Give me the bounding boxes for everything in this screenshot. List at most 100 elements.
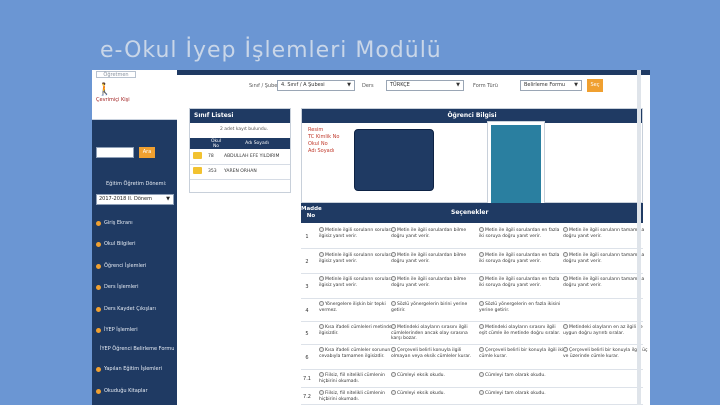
radio-button[interactable]	[319, 301, 324, 306]
option-choice[interactable]: Metin ile ilgili soruların tamamına doğr…	[563, 252, 648, 264]
option-choice[interactable]: Metin ile ilgili sorulardan en fazla iki…	[479, 252, 564, 264]
radio-button[interactable]	[391, 347, 396, 352]
col-secenekler: Seçenekler	[451, 209, 489, 216]
user-card: Öğretmen 🚶 Çevrimiçi Kişi	[92, 70, 177, 120]
radio-button[interactable]	[391, 372, 396, 377]
sidebar-item-ders-kaydet[interactable]: Ders Kaydet Çıkışları	[92, 302, 177, 317]
option-text: Metin ile ilgili sorulardan bilme doğru …	[391, 277, 467, 288]
sidebar-item-egitim[interactable]: Yapılan Eğitim İşlemleri	[92, 362, 177, 377]
option-choice[interactable]: Metin ile ilgili sorulardan en fazla iki…	[479, 227, 564, 239]
radio-button[interactable]	[479, 324, 484, 329]
sidebar-item-giris[interactable]: Giriş Ekranı	[92, 216, 177, 231]
radio-button[interactable]	[479, 252, 484, 257]
option-choice[interactable]: Sözlü yönergelerin en fazla ikisini yeri…	[479, 301, 564, 313]
user-role: Öğretmen	[96, 71, 136, 78]
sidebar-item-kitaplar[interactable]: Okuduğu Kitaplar	[92, 384, 177, 399]
radio-button[interactable]	[479, 276, 484, 281]
option-text: Çerçeveli belirli konuyla ilgili olmayan…	[391, 348, 471, 359]
student-name[interactable]: ABDULLAH EFE YILDIRIM	[224, 149, 290, 165]
radio-button[interactable]	[391, 227, 396, 232]
options-table: Madde No Seçenekler 1 Metinle ilgili soru…	[301, 203, 647, 405]
radio-button[interactable]	[391, 276, 396, 281]
radio-button[interactable]	[563, 347, 568, 352]
option-choice[interactable]: Metindeki olayların sırasını ilgili eşit…	[479, 324, 564, 336]
sidebar-subitem-iyep-form[interactable]: İYEP Öğrenci Belirleme Formu	[92, 342, 177, 357]
radio-button[interactable]	[391, 390, 396, 395]
option-choice[interactable]: Metin ile ilgili sorulardan bilme doğru …	[391, 276, 476, 288]
radio-button[interactable]	[479, 372, 484, 377]
option-choice[interactable]: Metin ile ilgili soruların tamamına doğr…	[563, 276, 648, 288]
option-text: Metin ile ilgili sorulardan en fazla iki…	[479, 253, 560, 264]
radio-button[interactable]	[563, 276, 568, 281]
radio-button[interactable]	[479, 390, 484, 395]
radio-button[interactable]	[319, 324, 324, 329]
sidebar-item-label: Öğrenci İşlemleri	[104, 263, 147, 269]
sidebar-item-label: Okul Bilgileri	[104, 241, 136, 247]
radio-button[interactable]	[391, 324, 396, 329]
folder-icon[interactable]	[193, 151, 202, 159]
option-choice[interactable]: Metin ile ilgili sorulardan bilme doğru …	[391, 227, 476, 239]
option-text: Metin ile ilgili sorulardan en fazla iki…	[479, 228, 560, 239]
option-choice[interactable]: Çerçeveli belirli bir konuyla ilgili iki…	[479, 347, 564, 359]
folder-icon[interactable]	[193, 167, 202, 174]
bullet-icon	[96, 367, 101, 372]
option-text: Metinle ilgili soruların sorulara ilgisi…	[319, 277, 394, 288]
sidebar-search-input[interactable]	[96, 147, 134, 158]
radio-button[interactable]	[563, 252, 568, 257]
radio-button[interactable]	[479, 227, 484, 232]
course-filter-value: TÜRKÇE	[390, 82, 410, 88]
option-choice[interactable]: Çerçeveli belirli bir konuyla ilgili üç …	[563, 347, 648, 359]
radio-button[interactable]	[479, 301, 484, 306]
table-row[interactable]: 353 YAREN ORHAN	[190, 164, 290, 180]
option-choice[interactable]: Metin ile ilgili sorulardan bilme doğru …	[391, 252, 476, 264]
option-choice[interactable]: Cümleyi tam olarak okudu.	[479, 372, 564, 379]
student-no: 78	[208, 149, 224, 165]
radio-button[interactable]	[319, 227, 324, 232]
option-choice[interactable]: Cümleyi eksik okudu.	[391, 372, 476, 379]
course-filter-select[interactable]: TÜRKÇE ▼	[386, 80, 464, 91]
term-select[interactable]: 2017-2018 II. Dönem ▼	[96, 194, 174, 205]
sidebar-item-iyep[interactable]: İYEP İşlemleri	[92, 323, 177, 338]
option-choice[interactable]: Sözlü yönergelerin birini yerine getirir…	[391, 301, 476, 313]
sidebar-item-ders[interactable]: Ders İşlemleri	[92, 280, 177, 295]
option-choice[interactable]: Metindeki olayların en az ilgili ile uyg…	[563, 324, 648, 336]
radio-button[interactable]	[319, 390, 324, 395]
option-choice[interactable]: Metindeki olayların sırasını ilgili cüml…	[391, 324, 476, 342]
option-text: Metindeki olayların sırasını ilgili cüml…	[391, 325, 468, 341]
table-row[interactable]: 78 ABDULLAH EFE YILDIRIM	[190, 149, 290, 165]
radio-button[interactable]	[563, 324, 568, 329]
sidebar-item-okul[interactable]: Okul Bilgileri	[92, 237, 177, 252]
form-filter-label: Form Türü	[473, 83, 498, 89]
radio-button[interactable]	[479, 347, 484, 352]
form-filter-value: Belirleme Formu	[524, 82, 566, 88]
student-name[interactable]: YAREN ORHAN	[224, 164, 290, 180]
radio-button[interactable]	[319, 276, 324, 281]
sidebar-item-ogrenci[interactable]: Öğrenci İşlemleri	[92, 259, 177, 274]
option-choice[interactable]: Çerçeveli belirli konuyla ilgili olmayan…	[391, 347, 476, 359]
radio-button[interactable]	[319, 252, 324, 257]
option-text: Kısa ifadeli cümleleri metinden ilgisizd…	[319, 325, 395, 336]
option-choice[interactable]: Metin ile ilgili sorulardan en fazla iki…	[479, 276, 564, 288]
radio-button[interactable]	[319, 347, 324, 352]
option-choice[interactable]: Cümleyi tam olarak okudu.	[479, 390, 564, 397]
item-number: 2	[305, 259, 309, 265]
chevron-down-icon: ▼	[574, 82, 578, 88]
option-row: 2 Metinle ilgili soruların sorulara ilgis…	[301, 250, 644, 274]
radio-button[interactable]	[391, 252, 396, 257]
sidebar-item-label: İYEP Öğrenci Belirleme Formu	[100, 346, 175, 352]
select-button[interactable]: Seç	[587, 79, 603, 92]
sidebar-search-button[interactable]: Ara	[139, 147, 155, 158]
chevron-down-icon: ▼	[456, 82, 460, 88]
option-choice[interactable]: Cümleyi eksik okudu.	[391, 390, 476, 397]
radio-button[interactable]	[563, 227, 568, 232]
option-row: 1 Metinle ilgili soruların sorulara ilgis…	[301, 225, 644, 249]
radio-button[interactable]	[391, 301, 396, 306]
option-text: Metin ile ilgili soruların tamamına doğr…	[563, 277, 645, 288]
slide-title: e-Okul İyep İşlemleri Modülü	[100, 38, 442, 63]
option-choice[interactable]: Metin ile ilgili soruların tamamına doğr…	[563, 227, 648, 239]
radio-button[interactable]	[319, 372, 324, 377]
form-filter-select[interactable]: Belirleme Formu ▼	[520, 80, 582, 91]
top-bar	[177, 70, 650, 75]
class-filter-select[interactable]: 4. Sınıf / A Şubesi ▼	[277, 80, 355, 91]
vertical-scrollbar[interactable]	[637, 70, 641, 405]
